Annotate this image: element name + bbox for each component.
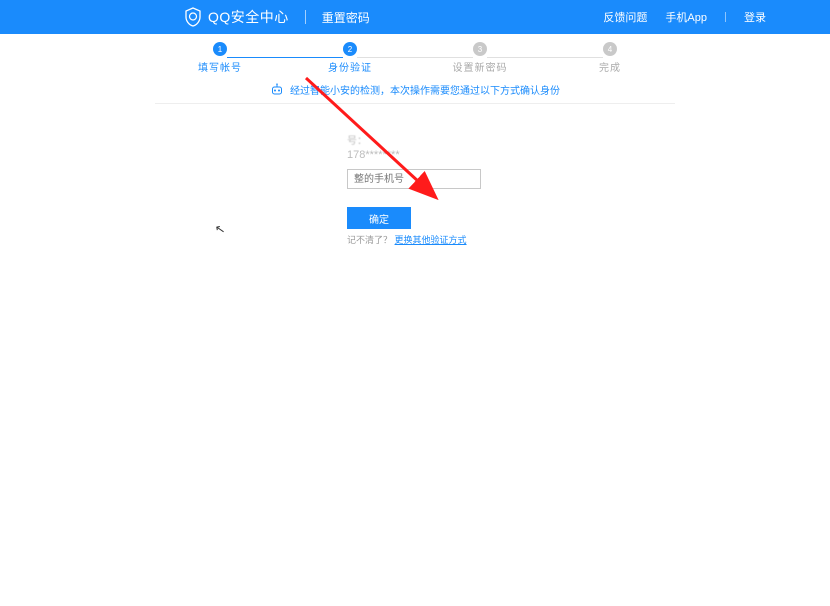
cursor-icon: ↖ bbox=[214, 221, 226, 237]
link-app[interactable]: 手机App bbox=[665, 9, 707, 25]
verify-form: 号： 178******** 确定 记不清了？ 更换其他验证方式 ↖ bbox=[155, 132, 675, 246]
masked-label: 号： bbox=[347, 132, 675, 147]
step-1: 1 填写帐号 bbox=[155, 42, 285, 74]
top-header: QQ安全中心 重置密码 反馈问题 手机App 登录 bbox=[0, 0, 830, 34]
alt-row: 记不清了？ 更换其他验证方式 bbox=[347, 233, 675, 246]
step-circle: 4 bbox=[603, 42, 617, 56]
step-circle: 2 bbox=[343, 42, 357, 56]
robot-icon bbox=[270, 83, 284, 97]
brand-block: QQ安全中心 重置密码 bbox=[184, 7, 370, 27]
confirm-button[interactable]: 确定 bbox=[347, 207, 411, 229]
step-circle: 1 bbox=[213, 42, 227, 56]
cant-remember-text: 记不清了？ bbox=[347, 235, 392, 245]
page-subtitle: 重置密码 bbox=[322, 9, 370, 26]
step-2: 2 身份验证 bbox=[285, 42, 415, 74]
step-label: 填写帐号 bbox=[198, 59, 242, 74]
link-feedback[interactable]: 反馈问题 bbox=[603, 9, 647, 25]
step-label: 设置新密码 bbox=[453, 59, 508, 74]
divider-small bbox=[725, 12, 726, 22]
notice-bar: 经过智能小安的检测，本次操作需要您通过以下方式确认身份 bbox=[155, 76, 675, 104]
step-4: 4 完成 bbox=[545, 42, 675, 74]
step-3: 3 设置新密码 bbox=[415, 42, 545, 74]
divider bbox=[305, 10, 306, 24]
phone-input[interactable] bbox=[347, 169, 481, 189]
shield-icon bbox=[184, 7, 202, 27]
change-method-link[interactable]: 更换其他验证方式 bbox=[395, 235, 467, 245]
step-label: 完成 bbox=[599, 59, 621, 74]
masked-phone: 178******** bbox=[347, 149, 675, 161]
notice-text: 经过智能小安的检测，本次操作需要您通过以下方式确认身份 bbox=[290, 82, 560, 97]
step-label: 身份验证 bbox=[328, 59, 372, 74]
brand-title: QQ安全中心 bbox=[208, 7, 289, 27]
step-circle: 3 bbox=[473, 42, 487, 56]
steps-bar: 1 填写帐号 2 身份验证 3 设置新密码 4 完成 bbox=[155, 34, 675, 76]
header-links: 反馈问题 手机App 登录 bbox=[603, 9, 766, 25]
link-login[interactable]: 登录 bbox=[744, 9, 766, 25]
